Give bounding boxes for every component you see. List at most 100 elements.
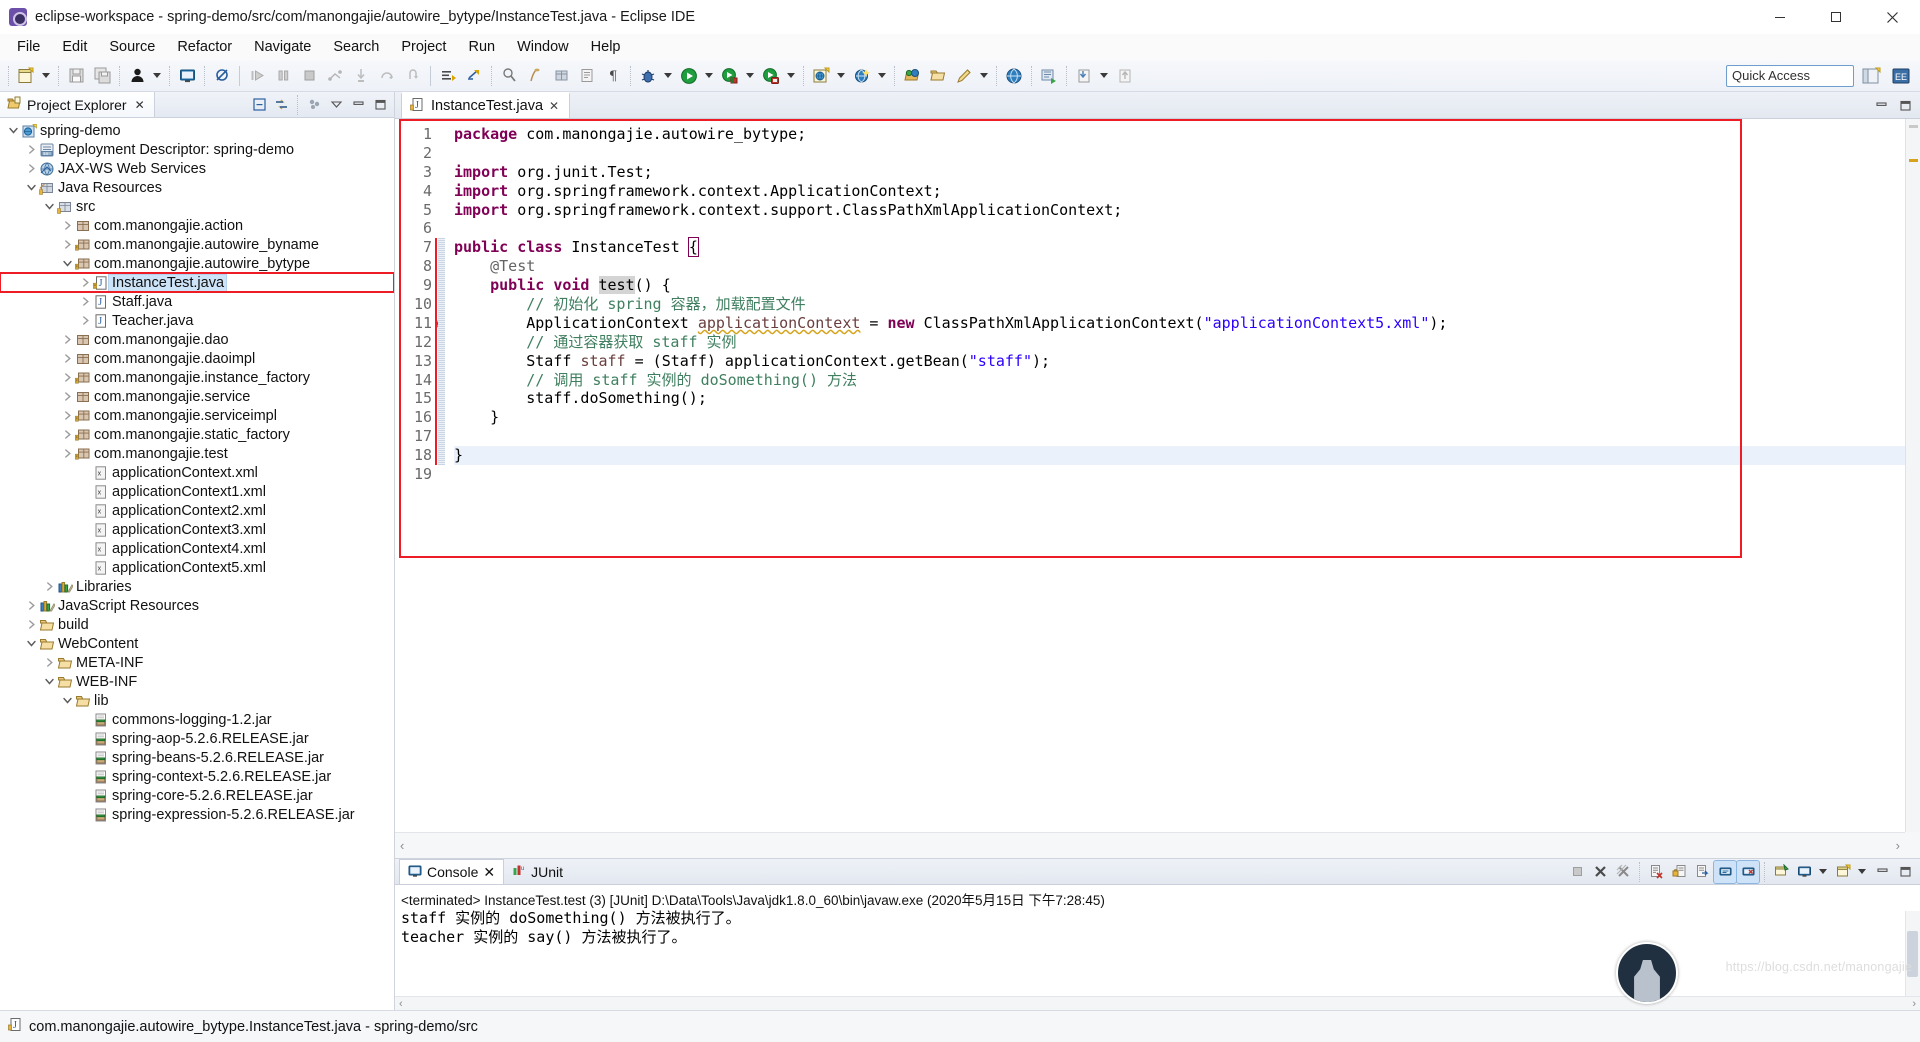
terminate-icon[interactable] [297, 64, 321, 88]
menu-window[interactable]: Window [506, 36, 580, 58]
chevron-right-icon[interactable] [60, 444, 74, 463]
pencil-icon[interactable] [952, 64, 976, 88]
code-line[interactable]: staff.doSomething(); [454, 389, 1920, 408]
chevron-down-icon[interactable] [42, 197, 56, 216]
chevron-right-icon[interactable] [24, 615, 38, 634]
new-dropdown-chevron-down-icon[interactable] [39, 64, 52, 88]
maximize-icon[interactable] [370, 95, 390, 115]
tab-project-explorer[interactable]: Project Explorer ✕ [0, 92, 155, 117]
tree-item[interactable]: spring-demo [0, 121, 394, 140]
chevron-right-icon[interactable] [78, 311, 92, 330]
chevron-right-icon[interactable] [60, 368, 74, 387]
previous-annotation-icon[interactable] [462, 64, 486, 88]
code-line[interactable]: Staff staff = (Staff) applicationContext… [454, 352, 1920, 371]
show-on-error-icon[interactable] [1736, 859, 1760, 884]
chevron-down-icon[interactable] [24, 178, 38, 197]
tree-item[interactable]: spring-aop-5.2.6.RELEASE.jar [0, 729, 394, 748]
open-console-icon[interactable] [1832, 861, 1854, 883]
tree-item[interactable]: com.manongajie.dao [0, 330, 394, 349]
disconnect-icon[interactable] [323, 64, 347, 88]
menu-help[interactable]: Help [580, 36, 632, 58]
close-icon[interactable]: ✕ [483, 864, 495, 881]
skip-breakpoints-icon[interactable] [210, 64, 234, 88]
chevron-left-icon[interactable]: ‹ [399, 998, 403, 1010]
step-into-icon[interactable] [349, 64, 373, 88]
menu-file[interactable]: File [6, 36, 51, 58]
save-all-icon[interactable] [90, 64, 114, 88]
link-editor-icon[interactable] [271, 95, 291, 115]
chevron-left-icon[interactable]: ‹ [400, 838, 404, 853]
chevron-right-icon[interactable] [60, 406, 74, 425]
tree-item[interactable]: J InstanceTest.java [0, 272, 394, 293]
chevron-right-icon[interactable] [60, 387, 74, 406]
tree-item[interactable]: Libraries [0, 577, 394, 596]
tree-item[interactable]: WEB-INF [0, 672, 394, 691]
source-code[interactable]: package com.manongajie.autowire_bytype;i… [448, 119, 1920, 832]
chevron-right-icon[interactable] [42, 577, 56, 596]
chevron-down-icon[interactable] [24, 634, 38, 653]
import-dropdown-chevron-down-icon[interactable] [1097, 64, 1110, 88]
pilcrow-icon[interactable]: ¶ [601, 64, 625, 88]
java-ee-perspective-button[interactable]: EE [1888, 64, 1914, 88]
code-line[interactable]: public void test() { [454, 276, 1920, 295]
minimize-window-button[interactable] [1752, 0, 1808, 34]
tree-item[interactable]: spring-core-5.2.6.RELEASE.jar [0, 786, 394, 805]
view-menu-chevron-down-icon[interactable] [326, 95, 346, 115]
code-line[interactable]: } [454, 408, 1920, 427]
new-file-icon[interactable] [14, 64, 38, 88]
code-line[interactable] [454, 427, 1920, 446]
remove-all-icon[interactable] [1612, 861, 1634, 883]
code-line[interactable]: import org.springframework.context.Appli… [454, 182, 1920, 201]
chevron-right-icon[interactable] [24, 140, 38, 159]
remove-icon[interactable] [1589, 861, 1611, 883]
console-horizontal-scrollbar[interactable]: ‹ › [395, 996, 1920, 1011]
maximize-icon[interactable] [1895, 95, 1915, 115]
editor-horizontal-scrollbar[interactable]: ‹ › [395, 832, 1905, 858]
pencil-dropdown-chevron-down-icon[interactable] [977, 64, 990, 88]
project-tree[interactable]: spring-demo 3.0 Deployment Descriptor: spr… [0, 118, 394, 1010]
web-project-icon[interactable] [809, 64, 833, 88]
open-type-icon[interactable] [575, 64, 599, 88]
filters-icon[interactable] [304, 95, 324, 115]
resume-icon[interactable] [245, 64, 269, 88]
menu-run[interactable]: Run [457, 36, 506, 58]
tree-item[interactable]: spring-context-5.2.6.RELEASE.jar [0, 767, 394, 786]
chevron-right-icon[interactable] [60, 330, 74, 349]
debug-dropdown-chevron-down-icon[interactable] [661, 64, 674, 88]
globe-icon[interactable] [1002, 64, 1026, 88]
chevron-down-icon[interactable] [6, 121, 20, 140]
chevron-right-icon[interactable] [24, 596, 38, 615]
code-line[interactable]: package com.manongajie.autowire_bytype; [454, 125, 1920, 144]
chevron-right-icon[interactable] [60, 235, 74, 254]
suspend-icon[interactable] [271, 64, 295, 88]
tree-item[interactable]: com.manongajie.instance_factory [0, 368, 394, 387]
code-line[interactable]: // 通过容器获取 staff 实例 [454, 333, 1920, 352]
coverage-dropdown-chevron-down-icon[interactable] [784, 64, 797, 88]
tree-item[interactable]: com.manongajie.serviceimpl [0, 406, 394, 425]
folder-icon[interactable] [926, 64, 950, 88]
tab-console[interactable]: Console ✕ [399, 859, 505, 884]
tree-item[interactable]: spring-expression-5.2.6.RELEASE.jar [0, 805, 394, 824]
step-return-icon[interactable] [401, 64, 425, 88]
menu-source[interactable]: Source [98, 36, 166, 58]
tree-item[interactable]: JavaScript Resources [0, 596, 394, 615]
run-icon[interactable] [677, 64, 701, 88]
tree-item[interactable]: com.manongajie.action [0, 216, 394, 235]
menu-project[interactable]: Project [390, 36, 457, 58]
save-icon[interactable] [64, 64, 88, 88]
chevron-right-icon[interactable]: › [1896, 838, 1900, 853]
tree-item[interactable]: Java Resources [0, 178, 394, 197]
code-line[interactable]: public class InstanceTest { [454, 237, 1920, 258]
tree-item[interactable]: com.manongajie.daoimpl [0, 349, 394, 368]
maximize-window-button[interactable] [1808, 0, 1864, 34]
tree-item[interactable]: JAX-WS Web Services [0, 159, 394, 178]
open-perspective-button[interactable] [1858, 64, 1884, 88]
chevron-down-icon[interactable] [42, 672, 56, 691]
word-wrap-icon[interactable] [1691, 861, 1713, 883]
chevron-right-icon[interactable] [78, 292, 92, 311]
chevron-right-icon[interactable] [42, 653, 56, 672]
chevron-right-icon[interactable] [60, 425, 74, 444]
clear-console-icon[interactable] [1645, 861, 1667, 883]
mark-occurrences-icon[interactable] [497, 64, 521, 88]
search-dropdown-chevron-down-icon[interactable] [875, 64, 888, 88]
